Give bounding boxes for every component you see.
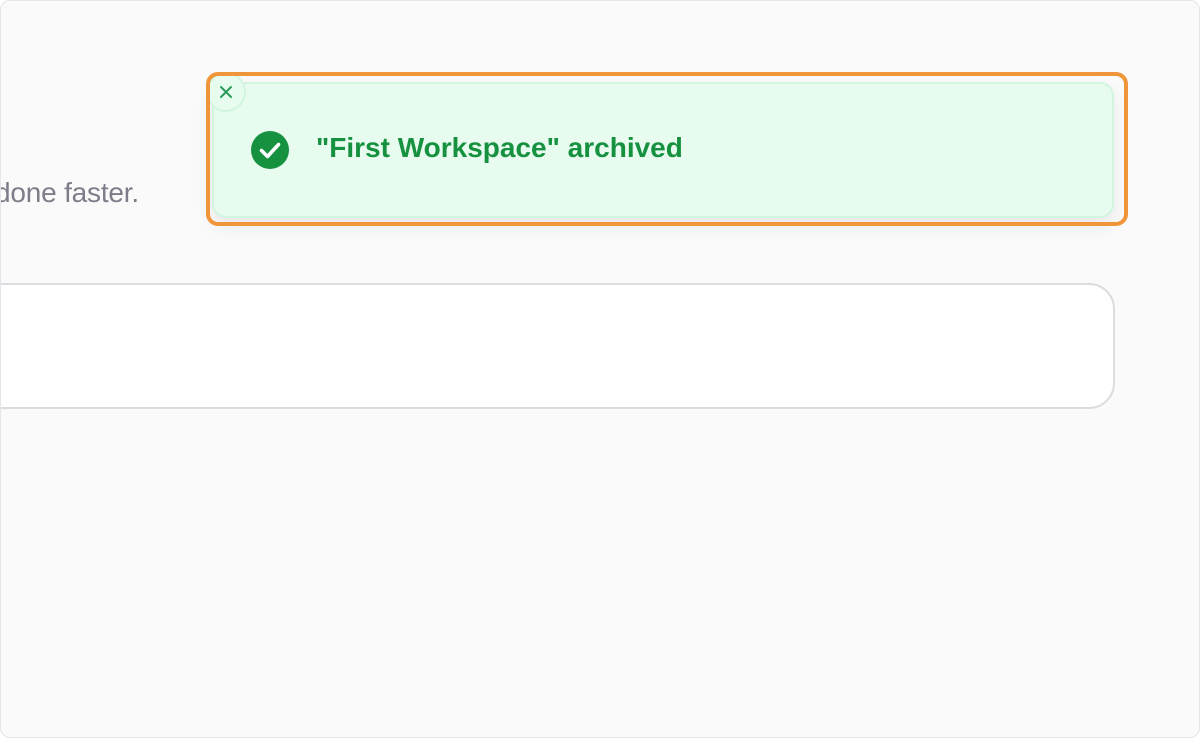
page-subtitle: done faster.	[0, 177, 139, 208]
highlight-outline	[206, 72, 1128, 226]
prompt-input[interactable]	[1, 283, 1115, 409]
